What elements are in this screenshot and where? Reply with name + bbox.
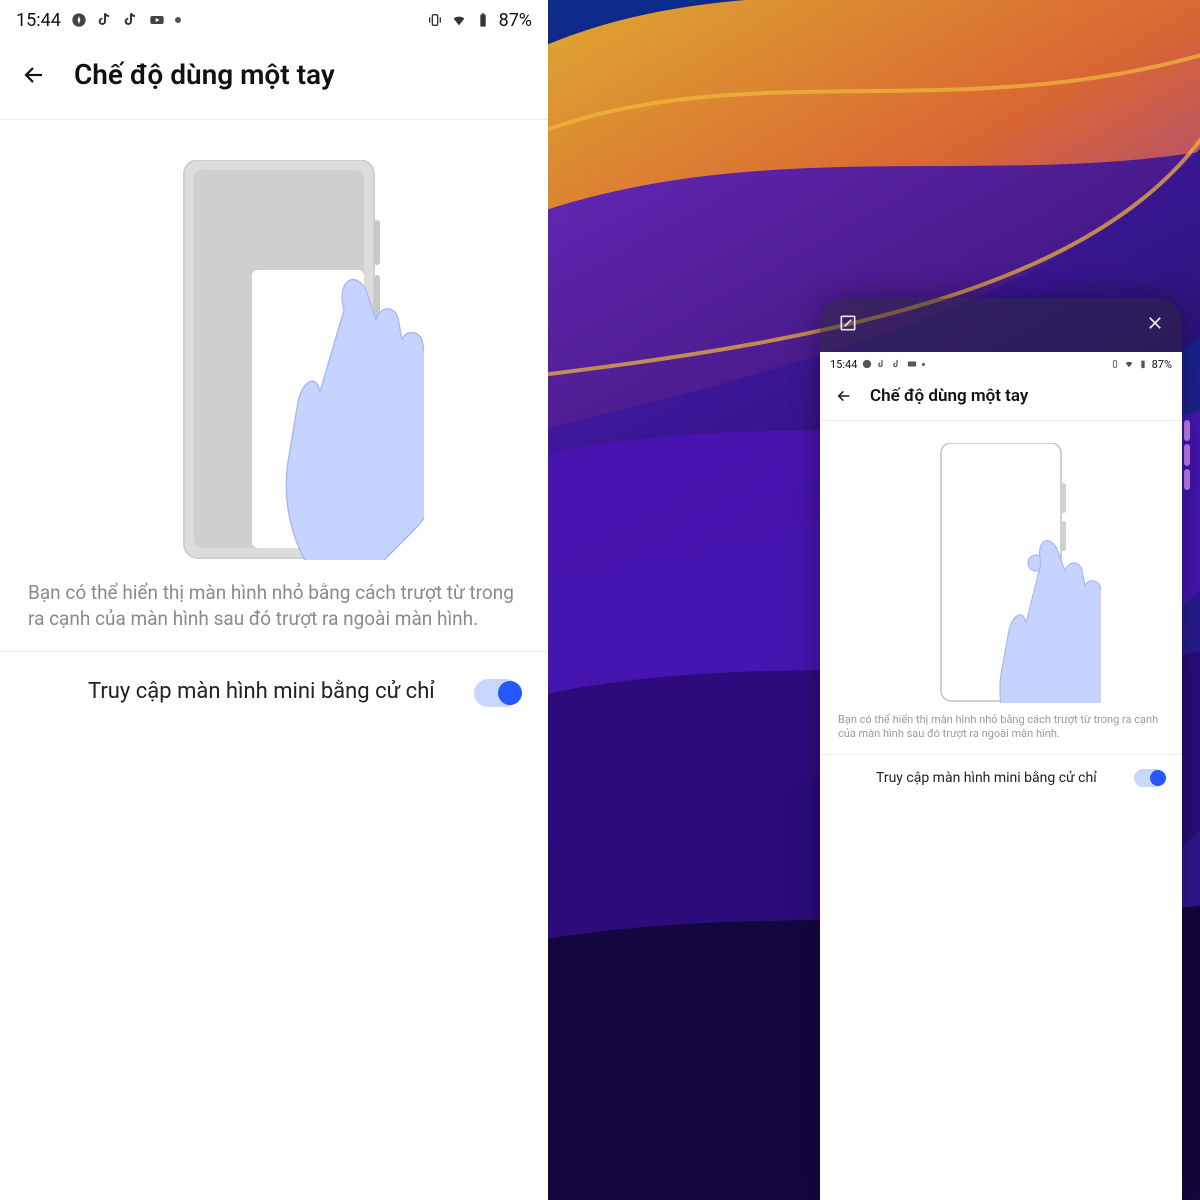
mini-illustration-section [820, 421, 1182, 713]
description-text: Bạn có thể hiển thị màn hình nhỏ bằng cá… [0, 580, 548, 652]
toggle-label: Truy cập màn hình mini bằng cử chỉ [88, 678, 454, 707]
vibrate-icon [1110, 359, 1120, 369]
home-with-mini-view: 15:44 87% [548, 0, 1200, 1200]
mini-gesture-toggle-row: Truy cập màn hình mini bằng cử chỉ [820, 755, 1182, 801]
gesture-toggle[interactable] [474, 679, 520, 707]
expand-icon[interactable] [838, 313, 858, 337]
mini-window: 15:44 87% [820, 298, 1182, 1200]
tiktok-icon [892, 359, 902, 369]
battery-icon [1138, 359, 1148, 369]
status-bar: 15:44 [0, 0, 548, 40]
mini-gesture-toggle[interactable] [1134, 769, 1164, 787]
full-screen-settings: 15:44 [0, 0, 548, 1200]
youtube-icon [907, 359, 917, 369]
mini-settings-page: 15:44 87% [820, 352, 1182, 1200]
wifi-icon [1124, 359, 1134, 369]
tiktok-icon [97, 12, 113, 28]
battery-icon [475, 12, 491, 28]
back-button[interactable] [22, 63, 46, 87]
gesture-toggle-row: Truy cập màn hình mini bằng cử chỉ [0, 652, 548, 733]
tiktok-icon [877, 359, 887, 369]
back-button[interactable] [836, 388, 852, 404]
compass-icon [862, 359, 872, 369]
mini-description-text: Bạn có thể hiển thị màn hình nhỏ bằng cá… [820, 713, 1182, 755]
wifi-icon [451, 12, 467, 28]
mini-status-time: 15:44 [830, 358, 857, 371]
mini-phone-illustration [901, 443, 1101, 703]
youtube-icon [149, 12, 165, 28]
vibrate-icon [427, 12, 443, 28]
mini-status-bar: 15:44 87% [820, 352, 1182, 376]
page-title: Chế độ dùng một tay [74, 58, 335, 91]
mini-page-header: Chế độ dùng một tay [820, 376, 1182, 421]
close-icon[interactable] [1146, 314, 1164, 336]
mini-window-handle[interactable] [820, 298, 1182, 352]
tiktok-icon [123, 12, 139, 28]
mini-page-title: Chế độ dùng một tay [870, 386, 1028, 406]
battery-percent: 87% [499, 10, 532, 31]
page-header: Chế độ dùng một tay [0, 40, 548, 120]
status-time: 15:44 [16, 10, 61, 31]
mini-battery-percent: 87% [1152, 358, 1172, 371]
mini-toggle-label: Truy cập màn hình mini bằng cử chỉ [876, 769, 1122, 787]
illustration-section [0, 120, 548, 580]
more-dot-icon [922, 363, 925, 366]
more-dot-icon [175, 17, 181, 23]
phone-illustration [124, 160, 424, 560]
side-edge-indicator[interactable] [1184, 420, 1196, 490]
compass-icon [71, 12, 87, 28]
